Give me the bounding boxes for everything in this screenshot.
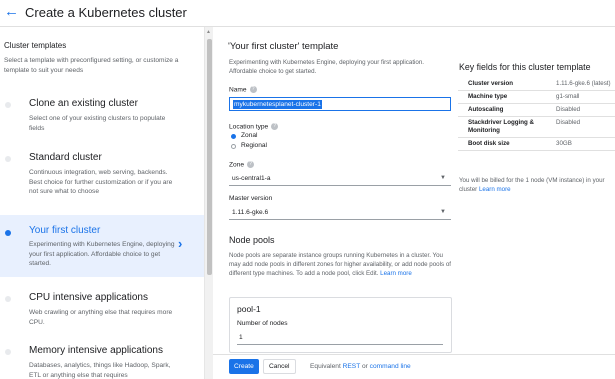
key-fields-title: Key fields for this cluster template bbox=[459, 62, 591, 72]
template-radio-icon bbox=[5, 230, 11, 236]
billing-learn-more-link[interactable]: Learn more bbox=[479, 186, 511, 193]
node-pool-card: pool-1 Number of nodes 1 bbox=[229, 297, 452, 353]
cluster-templates-sidebar: Cluster templates Select a template with… bbox=[0, 27, 204, 379]
location-label-text: Location type bbox=[229, 123, 269, 131]
help-icon[interactable]: ? bbox=[249, 86, 257, 93]
key-fields-table: Cluster version 1.11.6-gke.6 (latest) Mac… bbox=[458, 78, 615, 151]
equivalent-text: Equivalent REST or command line bbox=[310, 363, 411, 370]
table-row: Cluster version 1.11.6-gke.6 (latest) bbox=[458, 78, 615, 91]
zone-select[interactable]: us-central1-a ▼ bbox=[229, 172, 451, 186]
template-title: Your first cluster bbox=[29, 225, 101, 236]
template-description: Select one of your existing clusters to … bbox=[29, 115, 166, 132]
chevron-right-icon: › bbox=[178, 236, 183, 251]
field-key: Cluster version bbox=[458, 78, 552, 91]
dropdown-icon: ▼ bbox=[440, 209, 446, 215]
radio-regional[interactable] bbox=[231, 144, 236, 149]
field-value: Disabled bbox=[552, 103, 615, 117]
template-description: Continuous integration, web serving, bac… bbox=[29, 169, 173, 195]
or-text: or bbox=[361, 363, 368, 370]
sidebar-subtitle: Select a template with preconfigured set… bbox=[4, 57, 179, 74]
number-of-nodes-value: 1 bbox=[239, 334, 243, 341]
field-key: Machine type bbox=[458, 90, 552, 104]
field-key: Autoscaling bbox=[458, 103, 552, 117]
zone-value: us-central1-a bbox=[232, 175, 271, 182]
location-type-label: Location type? bbox=[229, 123, 279, 131]
node-pools-text: Node pools are separate instance groups … bbox=[229, 252, 451, 277]
command-line-link[interactable]: command line bbox=[370, 363, 411, 370]
template-your-first-cluster[interactable]: Your first cluster Experimenting with Ku… bbox=[0, 215, 204, 277]
node-pools-title: Node pools bbox=[229, 235, 275, 245]
name-label-text: Name bbox=[229, 86, 247, 94]
cluster-name-value: mykubernetesplanet-cluster-1 bbox=[233, 100, 322, 109]
node-pools-description: Node pools are separate instance groups … bbox=[229, 251, 451, 278]
help-icon[interactable]: ? bbox=[247, 161, 255, 168]
table-row: Stackdriver Logging & Monitoring Disabled bbox=[458, 116, 615, 138]
create-button[interactable]: Create bbox=[229, 359, 259, 374]
template-radio-icon bbox=[5, 156, 11, 162]
template-radio-icon bbox=[5, 296, 11, 302]
page-title: Create a Kubernetes cluster bbox=[25, 5, 187, 20]
form-subtitle: Experimenting with Kubernetes Engine, de… bbox=[229, 59, 425, 75]
back-arrow-icon[interactable]: ← bbox=[4, 3, 19, 21]
template-description: Experimenting with Kubernetes Engine, de… bbox=[29, 241, 175, 267]
field-value: Disabled bbox=[552, 116, 615, 138]
billing-note: You will be billed for the 1 node (VM in… bbox=[459, 177, 613, 194]
master-version-label: Master version bbox=[229, 195, 273, 202]
master-version-select[interactable]: 1.11.6-gke.6 ▼ bbox=[229, 206, 451, 220]
name-label: Name? bbox=[229, 86, 257, 93]
field-value: 1.11.6-gke.6 (latest) bbox=[552, 78, 615, 91]
number-of-nodes-input[interactable]: 1 bbox=[237, 331, 443, 345]
pool-name: pool-1 bbox=[237, 304, 261, 314]
rest-link[interactable]: REST bbox=[343, 363, 360, 370]
template-title: Standard cluster bbox=[29, 152, 102, 163]
template-title: Memory intensive applications bbox=[29, 345, 163, 356]
action-bar: Create Cancel Equivalent REST or command… bbox=[213, 354, 615, 379]
template-clone-existing[interactable]: Clone an existing cluster Select one of … bbox=[0, 90, 204, 138]
template-radio-icon bbox=[5, 102, 11, 108]
cancel-button[interactable]: Cancel bbox=[263, 359, 296, 374]
sidebar-scrollbar[interactable]: ▲ bbox=[204, 27, 213, 379]
zone-label-text: Zone bbox=[229, 161, 245, 169]
help-icon[interactable]: ? bbox=[271, 123, 279, 130]
field-value: 30GB bbox=[552, 137, 615, 151]
page-header: ← Create a Kubernetes cluster bbox=[0, 0, 615, 27]
sidebar-heading: Cluster templates bbox=[4, 41, 67, 50]
template-cpu-intensive[interactable]: CPU intensive applications Web crawling … bbox=[0, 284, 204, 328]
radio-regional-label: Regional bbox=[241, 142, 268, 149]
template-standard-cluster[interactable]: Standard cluster Continuous integration,… bbox=[0, 144, 204, 210]
radio-zonal[interactable] bbox=[231, 134, 236, 139]
equivalent-prefix: Equivalent bbox=[310, 363, 341, 370]
field-key: Stackdriver Logging & Monitoring bbox=[458, 116, 552, 138]
cluster-name-input[interactable]: mykubernetesplanet-cluster-1 bbox=[229, 97, 451, 111]
table-row: Boot disk size 30GB bbox=[458, 137, 615, 151]
radio-zonal-label: Zonal bbox=[241, 132, 258, 139]
table-row: Autoscaling Disabled bbox=[458, 103, 615, 117]
dropdown-icon: ▼ bbox=[440, 175, 446, 181]
master-version-value: 1.11.6-gke.6 bbox=[232, 209, 269, 216]
template-description: Web crawling or anything else that requi… bbox=[29, 309, 173, 326]
table-row: Machine type g1-small bbox=[458, 90, 615, 104]
node-pools-learn-more-link[interactable]: Learn more bbox=[380, 270, 412, 277]
template-title: CPU intensive applications bbox=[29, 292, 148, 303]
scrollbar-thumb[interactable] bbox=[207, 39, 212, 275]
template-title: Clone an existing cluster bbox=[29, 98, 138, 109]
template-radio-icon bbox=[5, 349, 11, 355]
scroll-up-icon[interactable]: ▲ bbox=[206, 29, 211, 35]
field-key: Boot disk size bbox=[458, 137, 552, 151]
template-description: Databases, analytics, things like Hadoop… bbox=[29, 362, 171, 379]
field-value: g1-small bbox=[552, 90, 615, 104]
form-title: 'Your first cluster' template bbox=[228, 41, 339, 52]
number-of-nodes-label: Number of nodes bbox=[237, 320, 288, 327]
template-memory-intensive[interactable]: Memory intensive applications Databases,… bbox=[0, 337, 204, 379]
zone-label: Zone? bbox=[229, 161, 255, 169]
